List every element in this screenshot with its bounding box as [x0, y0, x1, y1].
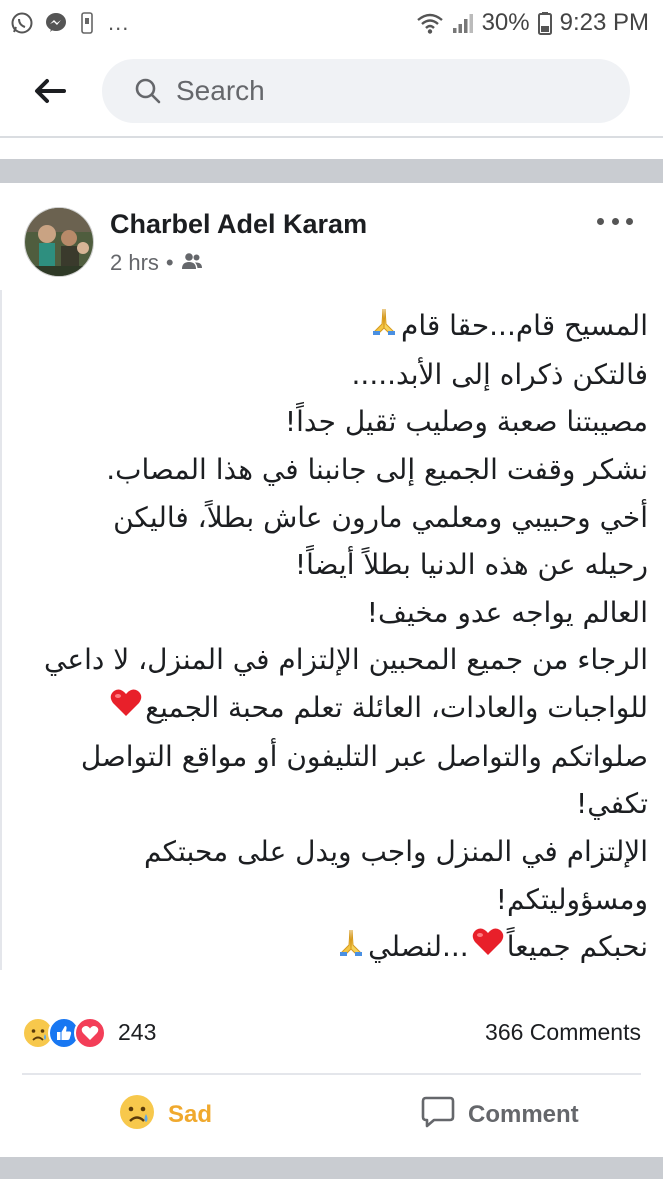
- post-line-text: للواجبات والعادات، العائلة تعلم محبة الج…: [145, 690, 648, 724]
- red-heart-icon: [471, 924, 505, 972]
- post-line: العالم يواجه عدو مخيف!: [366, 595, 648, 629]
- status-notifications: ...: [10, 10, 129, 36]
- back-button[interactable]: [20, 61, 80, 121]
- reaction-icons: [22, 1017, 106, 1049]
- post-line: ومسؤوليتكم!: [495, 882, 648, 916]
- post-meta: 2 hrs •: [110, 250, 203, 276]
- post-line: الإلتزام في المنزل واجب ويدل على محبتكم: [144, 834, 648, 868]
- search-icon: [135, 78, 161, 104]
- post-line: نشكر وقفت الجميع إلى جانبنا في هذا المصا…: [106, 452, 648, 486]
- comment-button[interactable]: Comment: [420, 1080, 579, 1150]
- search-header: Search: [0, 46, 663, 138]
- friends-icon: [181, 250, 203, 276]
- post-line: المسيح قام...حقا قام: [22, 302, 648, 351]
- wifi-icon: [416, 12, 444, 34]
- praying-hands-icon: [369, 303, 399, 351]
- battery-icon: [537, 11, 552, 35]
- comments-count[interactable]: 366 Comments: [485, 1019, 641, 1046]
- comment-icon: [420, 1095, 456, 1136]
- post-header: Charbel Adel Karam 2 hrs •: [0, 195, 663, 290]
- more-options-icon[interactable]: [597, 211, 633, 231]
- post-line: فالتكن ذكراه إلى الأبد.....: [351, 357, 648, 391]
- post-line: رحيله عن هذه الدنيا بطلاً أيضاً!: [294, 548, 648, 582]
- back-arrow-icon: [35, 79, 66, 103]
- post-text: المسيح قام...حقا قام فالتكن ذكراه إلى ال…: [22, 302, 648, 972]
- red-heart-icon: [109, 685, 143, 733]
- post-line: مصيبتنا صعبة وصليب ثقيل جداً!: [284, 405, 648, 439]
- author-name[interactable]: Charbel Adel Karam: [110, 209, 367, 240]
- meta-separator: •: [165, 250, 174, 275]
- love-reaction-icon: [74, 1017, 106, 1049]
- sim-card-icon: [78, 11, 96, 35]
- action-bar: Sad Comment: [0, 1080, 663, 1150]
- action-divider: [22, 1073, 641, 1075]
- sad-label: Sad: [168, 1101, 213, 1128]
- search-input[interactable]: Search: [102, 59, 630, 123]
- clock: 9:23 PM: [559, 9, 649, 36]
- more-notifications: ...: [108, 10, 130, 35]
- signal-icon: [452, 12, 474, 34]
- status-system: 30% 9:23 PM: [416, 9, 649, 37]
- comment-label: Comment: [468, 1101, 579, 1128]
- post-line: تكفي!: [576, 787, 648, 821]
- post-line: أخي وحبيبي ومعلمي مارون عاش بطلاً، فاليك…: [113, 500, 648, 534]
- post-time[interactable]: 2 hrs: [110, 250, 159, 276]
- post-line: صلواتكم والتواصل عبر التليفون أو مواقع ا…: [80, 739, 648, 773]
- post-left-border: [0, 290, 2, 970]
- post-line: للواجبات والعادات، العائلة تعلم محبة الج…: [22, 684, 648, 733]
- post-line-text: ...لنصلي: [368, 930, 469, 964]
- reaction-count[interactable]: 243: [118, 1019, 156, 1046]
- post-line-text: نحبكم جميعاً: [506, 930, 648, 964]
- post-line: نحبكم جميعاً ...لنصلي: [22, 923, 648, 972]
- whatsapp-icon: [10, 11, 34, 35]
- post-line: الرجاء من جميع المحبين الإلتزام في المنز…: [44, 643, 648, 677]
- search-placeholder: Search: [176, 75, 265, 106]
- battery-percent: 30%: [481, 9, 530, 36]
- feed-divider: [0, 159, 663, 183]
- avatar[interactable]: [24, 207, 94, 277]
- praying-hands-icon: [336, 924, 366, 972]
- status-bar: ... 30% 9:23 PM: [0, 0, 663, 46]
- feed-divider-bottom: [0, 1157, 663, 1179]
- sad-emoji-icon: [118, 1093, 156, 1138]
- sad-reaction-button[interactable]: Sad: [118, 1080, 212, 1150]
- messenger-icon: [44, 11, 68, 35]
- reactions-summary[interactable]: 243 366 Comments: [0, 1010, 663, 1056]
- post-line-text: المسيح قام...حقا قام: [400, 309, 648, 342]
